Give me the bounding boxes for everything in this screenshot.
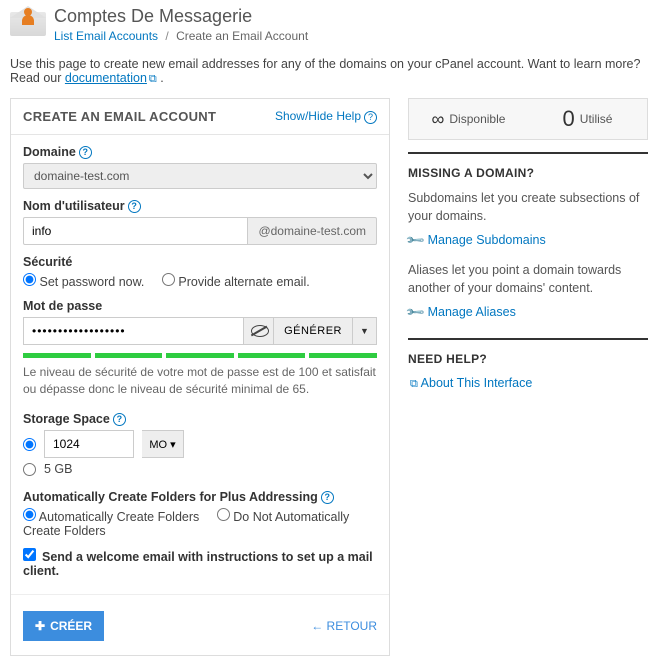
security-option-password[interactable]: Set password now. (23, 275, 144, 289)
aliases-text: Aliases let you point a domain towards a… (408, 262, 648, 297)
plus-option-auto[interactable]: Automatically Create Folders (23, 510, 199, 524)
breadcrumb-current: Create an Email Account (176, 29, 308, 43)
password-strength-meter (23, 353, 377, 358)
password-label: Mot de passe (23, 299, 377, 313)
welcome-email-checkbox[interactable] (23, 548, 36, 561)
storage-fixed-radio[interactable] (23, 463, 36, 476)
missing-domain-heading: MISSING A DOMAIN? (408, 166, 648, 180)
generate-password-button[interactable]: GÉNÉRER (273, 317, 353, 345)
help-icon: ? (364, 111, 377, 124)
storage-unit-button[interactable]: MO ▾ (142, 430, 184, 458)
welcome-email-checkbox-label[interactable]: Send a welcome email with instructions t… (23, 550, 373, 578)
stat-used-count: 0 (563, 106, 575, 132)
help-icon[interactable]: ? (321, 491, 334, 504)
manage-aliases-link[interactable]: 🔧Manage Aliases (408, 305, 648, 320)
external-link-icon: ⧉ (410, 378, 418, 390)
help-icon[interactable]: ? (113, 413, 126, 426)
breadcrumb-list[interactable]: List Email Accounts (54, 29, 158, 43)
storage-value-input[interactable] (44, 430, 134, 458)
about-interface-link[interactable]: ⧉ About This Interface (408, 376, 648, 391)
intro-text: Use this page to create new email addres… (0, 53, 670, 98)
wrench-icon: 🔧 (405, 302, 427, 324)
panel-title: CREATE AN EMAIL ACCOUNT (23, 109, 216, 124)
page-title: Comptes De Messagerie (54, 6, 308, 27)
wrench-icon: 🔧 (405, 230, 427, 252)
documentation-link[interactable]: documentation (65, 71, 147, 85)
email-accounts-icon (10, 6, 46, 36)
external-link-icon: ⧉ (149, 73, 157, 85)
generate-dropdown-button[interactable]: ▼ (353, 317, 377, 345)
show-hide-help-link[interactable]: Show/Hide Help? (275, 109, 377, 123)
help-icon[interactable]: ? (128, 200, 141, 213)
plus-icon: ✚ (35, 619, 45, 633)
storage-custom-radio[interactable] (23, 438, 36, 451)
security-label: Sécurité (23, 255, 377, 269)
username-input[interactable] (23, 217, 248, 245)
storage-fixed-label: 5 GB (44, 462, 73, 476)
username-label: Nom d'utilisateur? (23, 199, 377, 213)
domain-select[interactable]: domaine-test.com (23, 163, 377, 189)
password-hint: Le niveau de sécurité de votre mot de pa… (23, 364, 377, 398)
security-option-alternate[interactable]: Provide alternate email. (162, 275, 310, 289)
stats-box: ∞ Disponible 0 Utilisé (408, 98, 648, 140)
password-input[interactable] (23, 317, 243, 345)
eye-off-icon (251, 325, 267, 337)
breadcrumb: List Email Accounts / Create an Email Ac… (54, 29, 308, 43)
toggle-password-visibility-button[interactable] (243, 317, 273, 345)
arrow-left-icon: ← (311, 619, 323, 633)
stat-available-label: Disponible (449, 112, 505, 126)
need-help-heading: NEED HELP? (408, 352, 648, 366)
infinity-icon: ∞ (432, 109, 445, 130)
username-domain-suffix: @domaine-test.com (248, 217, 377, 245)
plus-addressing-label: Automatically Create Folders for Plus Ad… (23, 490, 377, 504)
help-icon[interactable]: ? (79, 146, 92, 159)
manage-subdomains-link[interactable]: 🔧Manage Subdomains (408, 233, 648, 248)
back-link[interactable]: ← RETOUR (311, 619, 377, 633)
stat-used-label: Utilisé (580, 112, 613, 126)
storage-label: Storage Space? (23, 412, 377, 426)
domain-label: Domaine? (23, 145, 377, 159)
create-button[interactable]: ✚CRÉER (23, 611, 104, 641)
subdomains-text: Subdomains let you create subsections of… (408, 190, 648, 225)
